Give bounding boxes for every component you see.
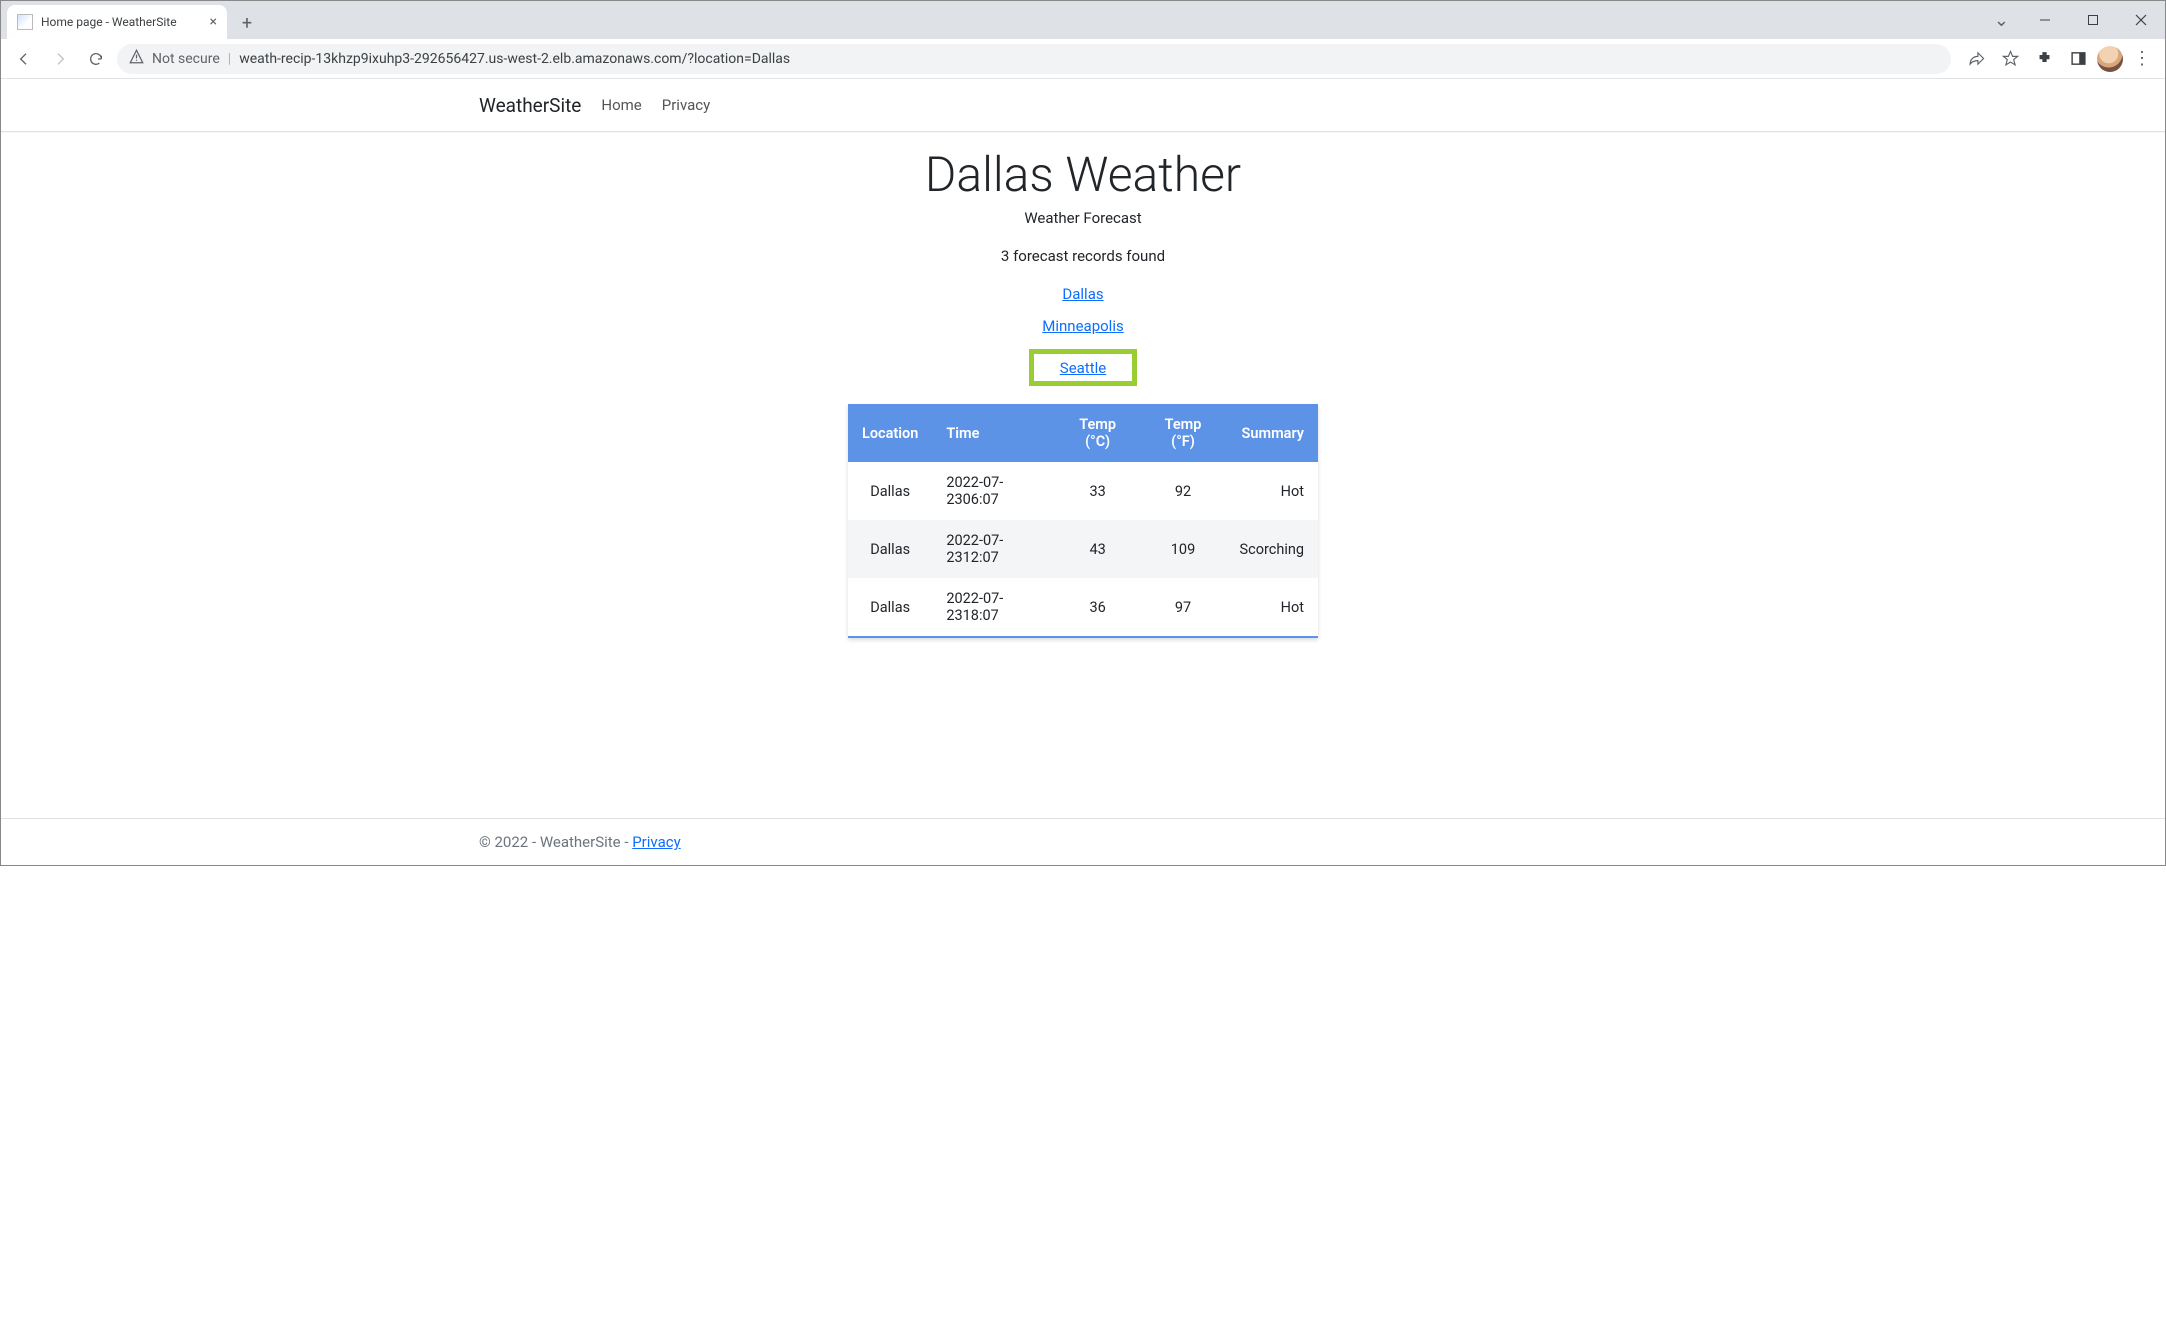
forecast-table: Location Time Temp (°C) Temp (°F) Summar… <box>848 404 1318 638</box>
kebab-menu-icon[interactable]: ⋮ <box>2127 44 2157 74</box>
close-tab-icon[interactable]: × <box>210 14 217 30</box>
table-row: Dallas2022-07-2306:073392Hot <box>848 462 1318 520</box>
col-summary: Summary <box>1225 404 1318 462</box>
extensions-icon[interactable] <box>2029 44 2059 74</box>
footer-copyright: © 2022 - WeatherSite - <box>479 833 632 851</box>
cell-temp-f: 97 <box>1141 578 1226 637</box>
close-window-button[interactable] <box>2119 5 2163 35</box>
cell-summary: Scorching <box>1225 520 1318 578</box>
link-minneapolis[interactable]: Minneapolis <box>1042 317 1123 335</box>
toolbar-right: ⋮ <box>1957 44 2157 74</box>
not-secure-icon <box>129 49 144 68</box>
divider: | <box>228 51 231 67</box>
page: WeatherSite Home Privacy Dallas Weather … <box>1 79 2165 865</box>
not-secure-label: Not secure <box>152 51 220 67</box>
cell-temp-f: 109 <box>1141 520 1226 578</box>
cell-temp-c: 43 <box>1055 520 1141 578</box>
col-time: Time <box>932 404 1054 462</box>
address-bar[interactable]: Not secure | weath-recip-13khzp9ixuhp3-2… <box>117 44 1951 74</box>
link-dallas[interactable]: Dallas <box>1062 285 1103 303</box>
bookmark-star-icon[interactable] <box>1995 44 2025 74</box>
forward-button[interactable] <box>45 44 75 74</box>
cell-summary: Hot <box>1225 462 1318 520</box>
table-row: Dallas2022-07-2312:0743109Scorching <box>848 520 1318 578</box>
minimize-button[interactable] <box>2023 5 2067 35</box>
main-content: Dallas Weather Weather Forecast 3 foreca… <box>1 132 2165 818</box>
cell-location: Dallas <box>848 462 932 520</box>
cell-location: Dallas <box>848 578 932 637</box>
link-seattle[interactable]: Seattle <box>1060 359 1106 377</box>
page-title: Dallas Weather <box>925 146 1241 203</box>
share-icon[interactable] <box>1961 44 1991 74</box>
maximize-button[interactable] <box>2071 5 2115 35</box>
tab-title: Home page - WeatherSite <box>41 15 177 29</box>
cell-time: 2022-07-2312:07 <box>932 520 1054 578</box>
nav-privacy[interactable]: Privacy <box>662 96 710 114</box>
footer-privacy-link[interactable]: Privacy <box>632 833 680 851</box>
subtitle: Weather Forecast <box>1024 209 1141 227</box>
cell-temp-c: 36 <box>1055 578 1141 637</box>
brand[interactable]: WeatherSite <box>479 94 581 117</box>
highlighted-link-box: Seattle <box>1029 349 1137 386</box>
tab-bar: Home page - WeatherSite × + ⌄ <box>1 1 2165 39</box>
cell-time: 2022-07-2306:07 <box>932 462 1054 520</box>
cell-time: 2022-07-2318:07 <box>932 578 1054 637</box>
side-panel-icon[interactable] <box>2063 44 2093 74</box>
records-found: 3 forecast records found <box>1001 247 1165 265</box>
location-links: Dallas Minneapolis Seattle <box>1029 285 1137 386</box>
browser-tab[interactable]: Home page - WeatherSite × <box>7 5 227 39</box>
reload-button[interactable] <box>81 44 111 74</box>
window-controls: ⌄ <box>1994 1 2165 39</box>
browser-window: Home page - WeatherSite × + ⌄ <box>0 0 2166 866</box>
toolbar: Not secure | weath-recip-13khzp9ixuhp3-2… <box>1 39 2165 79</box>
nav-home[interactable]: Home <box>601 96 641 114</box>
site-footer: © 2022 - WeatherSite - Privacy <box>1 818 2165 865</box>
new-tab-button[interactable]: + <box>233 9 261 37</box>
chevron-down-icon[interactable]: ⌄ <box>1994 10 2009 31</box>
favicon-icon <box>17 14 33 30</box>
col-temp-f: Temp (°F) <box>1141 404 1226 462</box>
cell-temp-c: 33 <box>1055 462 1141 520</box>
col-temp-c: Temp (°C) <box>1055 404 1141 462</box>
profile-avatar[interactable] <box>2097 46 2123 72</box>
cell-location: Dallas <box>848 520 932 578</box>
col-location: Location <box>848 404 932 462</box>
table-header-row: Location Time Temp (°C) Temp (°F) Summar… <box>848 404 1318 462</box>
table-row: Dallas2022-07-2318:073697Hot <box>848 578 1318 637</box>
url-text: weath-recip-13khzp9ixuhp3-292656427.us-w… <box>239 51 790 67</box>
cell-summary: Hot <box>1225 578 1318 637</box>
back-button[interactable] <box>9 44 39 74</box>
site-header: WeatherSite Home Privacy <box>1 79 2165 132</box>
cell-temp-f: 92 <box>1141 462 1226 520</box>
